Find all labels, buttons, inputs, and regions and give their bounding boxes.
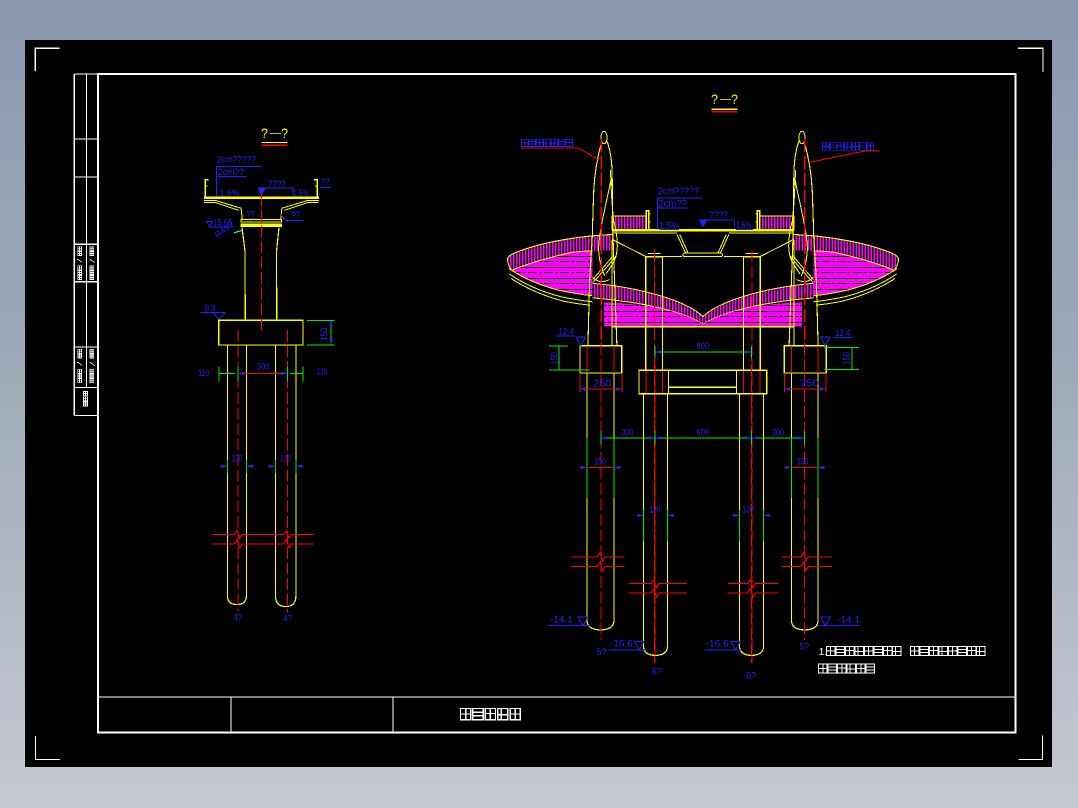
svg-text:250: 250 (593, 379, 612, 390)
svg-text:—: — (270, 128, 281, 140)
svg-text:5?: 5? (799, 642, 809, 652)
svg-text:300: 300 (772, 427, 784, 437)
svg-text:12.4: 12.4 (558, 326, 574, 336)
svg-text:??: ?? (246, 209, 255, 219)
svg-text:4?: 4? (233, 612, 242, 622)
svg-text:5?: 5? (597, 647, 607, 657)
svg-text:-14.1: -14.1 (550, 615, 573, 625)
svg-text:110: 110 (317, 366, 328, 376)
svg-text:300: 300 (622, 427, 634, 437)
svg-text:-16.6: -16.6 (706, 639, 729, 649)
svg-text:?: ? (711, 92, 718, 107)
svg-text:150: 150 (319, 327, 329, 341)
svg-text:1.: 1. (819, 647, 827, 658)
svg-text:6?: 6? (652, 667, 662, 677)
svg-text:150: 150 (594, 456, 606, 466)
svg-text:120: 120 (743, 505, 754, 515)
svg-text:4?: 4? (283, 614, 292, 624)
svg-text:250: 250 (800, 379, 819, 390)
svg-text:9.9: 9.9 (205, 303, 216, 313)
svg-text:120: 120 (649, 505, 660, 515)
svg-text:110: 110 (198, 368, 209, 378)
svg-text:150: 150 (842, 352, 852, 365)
svg-text:2cm?????: 2cm????? (217, 155, 256, 165)
svg-text:600: 600 (697, 427, 710, 437)
svg-text:??: ?? (292, 210, 301, 220)
svg-text:300: 300 (257, 361, 270, 371)
svg-text:??: ?? (321, 177, 330, 187)
svg-text:120: 120 (231, 454, 242, 464)
svg-text:600: 600 (697, 341, 710, 351)
svg-text:150: 150 (549, 352, 559, 365)
svg-text:—: — (720, 94, 731, 106)
svg-text:????: ???? (709, 210, 727, 220)
svg-text:-16.6: -16.6 (610, 639, 633, 649)
svg-text:2cm??: 2cm?? (218, 167, 244, 177)
svg-text:120: 120 (280, 454, 291, 464)
svg-text:?: ? (731, 92, 738, 107)
svg-text:2cm??: 2cm?? (658, 198, 687, 208)
svg-text:1.5%: 1.5% (659, 220, 679, 230)
svg-text:?: ? (281, 126, 288, 141)
svg-text:6?: 6? (746, 671, 756, 681)
svg-text:150: 150 (797, 456, 809, 466)
svg-text:2cm?????: 2cm????? (658, 186, 699, 196)
svg-text:1.5%: 1.5% (736, 220, 751, 230)
svg-text:12.4: 12.4 (835, 328, 851, 338)
svg-text:?: ? (261, 126, 268, 141)
svg-text:-14.1: -14.1 (837, 615, 860, 625)
